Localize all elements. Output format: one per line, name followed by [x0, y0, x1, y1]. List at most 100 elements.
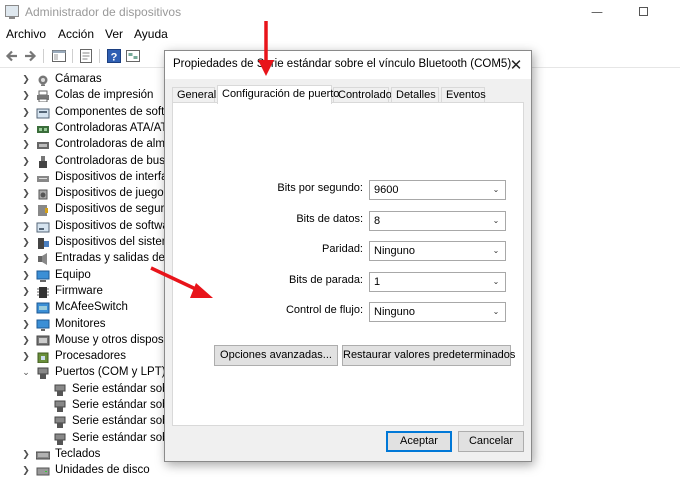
tree-category-item[interactable]: ❯ Dispositivos de interfaz — [0, 170, 170, 186]
device-view-icon[interactable] — [125, 48, 141, 64]
tree-item-label: Teclados — [55, 447, 101, 460]
tab-general[interactable]: General — [172, 87, 216, 103]
back-arrow-icon[interactable] — [4, 48, 20, 64]
tab-controlador[interactable]: Controlador — [333, 87, 395, 103]
tree-child-item[interactable]: Serie estándar sobre — [0, 431, 170, 447]
bits-per-second-select[interactable]: 9600 ⌄ — [369, 180, 506, 200]
restore-defaults-button[interactable]: Restaurar valores predeterminados — [342, 345, 515, 366]
chevron-right-icon[interactable]: ❯ — [21, 89, 31, 103]
stop-bits-label: Bits de parada: — [289, 274, 363, 286]
usb-controller-icon — [39, 155, 47, 168]
menu-ayuda[interactable]: Ayuda — [134, 27, 168, 41]
cancel-button[interactable]: Cancelar — [458, 431, 524, 452]
chevron-right-icon[interactable]: ❯ — [21, 203, 31, 217]
storage-controller-icon — [37, 142, 49, 150]
tree-item-label: Firmware — [55, 284, 103, 297]
properties-icon[interactable] — [78, 48, 94, 64]
chevron-right-icon[interactable]: ❯ — [21, 73, 31, 87]
data-bits-select[interactable]: 8 ⌄ — [369, 211, 506, 231]
chevron-right-icon[interactable]: ❯ — [21, 187, 31, 201]
ok-button[interactable]: Aceptar — [386, 431, 452, 452]
chevron-right-icon[interactable]: ❯ — [21, 155, 31, 169]
menu-archivo[interactable]: Archivo — [6, 27, 46, 41]
tree-category-item[interactable]: ❯ Teclados — [0, 447, 170, 463]
tree-category-item[interactable]: ❯ Mouse y otros dispositi — [0, 333, 170, 349]
tree-category-item[interactable]: ⌄ Puertos (COM y LPT) — [0, 365, 170, 381]
tree-category-item[interactable]: ❯ Controladoras de alma — [0, 137, 170, 153]
tree-category-item[interactable]: ❯ Equipo — [0, 268, 170, 284]
tree-category-item[interactable]: ❯ Dispositivos de juego, s — [0, 186, 170, 202]
tree-item-label: Puertos (COM y LPT) — [55, 366, 166, 379]
tree-category-item[interactable]: ❯ Controladoras de bus s — [0, 154, 170, 170]
chevron-right-icon[interactable]: ❯ — [21, 464, 31, 478]
parity-select[interactable]: Ninguno ⌄ — [369, 241, 506, 261]
chevron-right-icon[interactable]: ❯ — [21, 334, 31, 348]
tree-item-label: Mouse y otros dispositi — [55, 333, 170, 346]
tree-category-item[interactable]: ❯ Entradas y salidas de au — [0, 251, 170, 267]
tree-item-label: Controladoras ATA/ATA — [55, 121, 170, 134]
device-tree: ❯ Cámaras ❯ Colas de impresión ❯ Componentes … — [0, 72, 170, 488]
tree-item-label: Serie estándar sobre — [72, 399, 170, 411]
tab-detalles[interactable]: Detalles — [391, 87, 439, 103]
tree-category-item[interactable]: ❯ Colas de impresión — [0, 88, 170, 104]
toolbar-separator — [72, 49, 73, 63]
chevron-right-icon[interactable]: ❯ — [21, 236, 31, 250]
chevron-right-icon[interactable]: ❯ — [21, 252, 31, 266]
software-component-icon — [36, 108, 50, 119]
tree-category-item[interactable]: ❯ McAfeeSwitch — [0, 300, 170, 316]
tree-category-item[interactable]: ❯ Procesadores — [0, 349, 170, 365]
tree-child-item[interactable]: Serie estándar sobre — [0, 398, 170, 414]
chevron-right-icon[interactable]: ❯ — [21, 220, 31, 234]
menu-ver[interactable]: Ver — [105, 27, 123, 41]
chevron-right-icon[interactable]: ❯ — [21, 122, 31, 136]
help-icon[interactable]: ? — [106, 48, 122, 64]
chevron-down-icon: ⌄ — [492, 307, 500, 316]
tree-category-item[interactable]: ❯ Dispositivos del sistema — [0, 235, 170, 251]
port-icon — [37, 367, 49, 380]
tree-item-label: Dispositivos de interfaz — [55, 170, 170, 183]
chevron-right-icon[interactable]: ❯ — [21, 138, 31, 152]
tree-item-label: Dispositivos del sistema — [55, 236, 170, 248]
tab-eventos[interactable]: Eventos — [441, 87, 486, 103]
flow-control-select[interactable]: Ninguno ⌄ — [369, 302, 506, 322]
tree-category-item[interactable]: ❯ Componentes de softw — [0, 105, 170, 121]
tree-child-item[interactable]: Serie estándar sobre — [0, 414, 170, 430]
forward-arrow-icon[interactable] — [22, 48, 38, 64]
chevron-right-icon[interactable]: ❯ — [21, 269, 31, 283]
advanced-options-button[interactable]: Opciones avanzadas... — [214, 345, 338, 366]
chevron-right-icon[interactable]: ❯ — [21, 318, 31, 332]
chevron-down-icon[interactable]: ⌄ — [21, 366, 31, 380]
chevron-right-icon[interactable]: ❯ — [21, 350, 31, 364]
dialog-close-button[interactable]: ✕ — [505, 54, 527, 76]
tree-category-item[interactable]: ❯ Monitores — [0, 317, 170, 333]
tree-category-item[interactable]: ❯ Unidades de disco — [0, 463, 170, 479]
stop-bits-select[interactable]: 1 ⌄ — [369, 272, 506, 292]
menu-accion[interactable]: Acción — [58, 27, 94, 41]
chevron-right-icon[interactable]: ❯ — [21, 301, 31, 315]
show-hide-tree-icon[interactable] — [51, 48, 67, 64]
tree-category-item[interactable]: ❯ Cámaras — [0, 72, 170, 88]
chevron-right-icon[interactable]: ❯ — [21, 448, 31, 462]
chevron-right-icon[interactable]: ❯ — [21, 106, 31, 120]
audio-io-icon — [38, 253, 47, 266]
sound-icon — [38, 189, 48, 200]
ata-controller-icon — [37, 125, 49, 133]
tree-item-label: Equipo — [55, 268, 91, 281]
tree-child-item[interactable]: Serie estándar sobre — [0, 382, 170, 398]
maximize-button[interactable] — [620, 2, 666, 22]
chevron-right-icon[interactable]: ❯ — [21, 171, 31, 185]
tree-category-item[interactable]: ❯ Dispositivos de segurid — [0, 202, 170, 218]
monitor-icon — [36, 319, 50, 331]
tree-category-item[interactable]: ❯ Firmware — [0, 284, 170, 300]
tree-item-label: Colas de impresión — [55, 89, 154, 102]
tab-configuracion-de-puerto[interactable]: Configuración de puerto — [217, 85, 339, 104]
port-icon — [54, 384, 66, 396]
tree-item-label: Dispositivos de segurid — [55, 203, 170, 216]
minimize-button[interactable]: — — [574, 2, 620, 22]
chevron-down-icon: ⌄ — [492, 216, 500, 225]
tree-category-item[interactable]: ❯ Dispositivos de softwar — [0, 219, 170, 235]
tree-category-item[interactable]: ❯ Controladoras ATA/ATA — [0, 121, 170, 137]
chevron-right-icon[interactable]: ❯ — [21, 285, 31, 299]
tree-item-label: Controladoras de bus s — [55, 154, 170, 167]
data-bits-value: 8 — [374, 215, 381, 227]
